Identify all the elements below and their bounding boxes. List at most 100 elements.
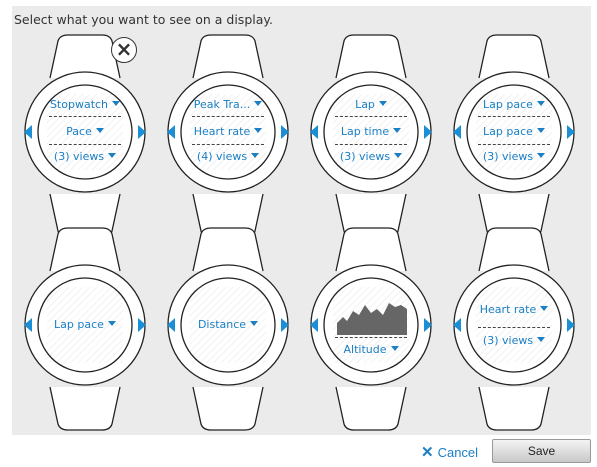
chevron-down-icon [254,128,263,133]
field-label: (4) views [196,150,248,163]
next-display-arrow[interactable] [424,125,432,139]
field-dropdown[interactable]: Lap pace [47,314,123,336]
chevron-down-icon [536,128,545,133]
chevron-down-icon [108,153,117,158]
chevron-down-icon [390,346,399,351]
previous-display-arrow[interactable] [24,318,32,332]
field-label: Distance [197,318,247,331]
display-screen: Altitude [333,287,409,363]
divider [335,144,407,145]
views-dropdown[interactable]: (3) views [476,330,552,352]
views-dropdown[interactable]: (3) views [476,146,552,168]
save-button[interactable]: Save [492,439,591,463]
page-title: Select what you want to see on a display… [14,12,273,27]
display-screen: Lap pace [47,287,123,363]
next-display-arrow[interactable] [424,318,432,332]
altitude-graph [337,303,407,335]
field-dropdown[interactable]: Heart rate [476,299,552,321]
divider [192,144,264,145]
display-screen: Heart rate (3) views [476,287,552,363]
field-label: Stopwatch [49,98,109,111]
x-icon: ✕ [421,444,434,461]
watch-display-7: Altitude [306,226,436,432]
divider [478,144,550,145]
watch-display-3: Lap Lap time (3) views [306,33,436,239]
watch-display-1: Stopwatch Pace (3) views [20,33,150,239]
chevron-down-icon [536,101,545,106]
chevron-down-icon [537,153,546,158]
close-icon: × [115,37,133,61]
field-dropdown[interactable]: Distance [190,314,266,336]
field-label: Lap time [340,125,390,138]
previous-display-arrow[interactable] [310,318,318,332]
chevron-down-icon [107,321,116,326]
field-label: Lap pace [483,98,533,111]
chevron-down-icon [250,321,259,326]
chevron-down-icon [112,101,121,106]
views-dropdown[interactable]: (3) views [333,146,409,168]
divider [49,116,121,117]
divider [192,116,264,117]
field-label: Lap [355,98,375,111]
divider [335,337,407,338]
field-dropdown-top[interactable]: Peak Tra... [190,94,266,116]
chevron-down-icon [254,101,263,106]
field-dropdown-top[interactable]: Stopwatch [47,94,123,116]
field-label: (3) views [339,150,391,163]
next-display-arrow[interactable] [281,318,289,332]
display-screen: Distance [190,287,266,363]
watch-display-4: Lap pace Lap pace (3) views [449,33,579,239]
field-label: Altitude [343,343,387,356]
field-label: Heart rate [193,125,251,138]
previous-display-arrow[interactable] [310,125,318,139]
watch-display-2: Peak Tra... Heart rate (4) views [163,33,293,239]
watch-display-8: Heart rate (3) views [449,226,579,432]
display-screen: Lap Lap time (3) views [333,94,409,170]
field-dropdown[interactable]: Altitude [333,339,409,361]
views-dropdown[interactable]: (3) views [47,146,123,168]
next-display-arrow[interactable] [138,125,146,139]
previous-display-arrow[interactable] [167,318,175,332]
field-label: Lap pace [483,125,533,138]
field-dropdown-middle[interactable]: Lap time [333,121,409,143]
display-screen: Stopwatch Pace (3) views [47,94,123,170]
display-screen: Lap pace Lap pace (3) views [476,94,552,170]
divider [49,144,121,145]
previous-display-arrow[interactable] [167,125,175,139]
field-dropdown-middle[interactable]: Heart rate [190,121,266,143]
chevron-down-icon [251,153,260,158]
divider [335,116,407,117]
previous-display-arrow[interactable] [24,125,32,139]
cancel-button[interactable]: ✕ Cancel [421,443,478,461]
field-dropdown-top[interactable]: Lap pace [476,94,552,116]
watch-display-6: Distance [163,226,293,432]
next-display-arrow[interactable] [567,318,575,332]
field-label: Peak Tra... [193,98,251,111]
field-dropdown-top[interactable]: Lap [333,94,409,116]
field-label: Lap pace [54,318,104,331]
field-label: (3) views [53,150,105,163]
field-label: Heart rate [479,303,537,316]
divider [478,116,550,117]
divider [478,327,550,328]
chevron-down-icon [378,101,387,106]
watch-display-5: Lap pace [20,226,150,432]
chevron-down-icon [394,153,403,158]
display-screen: Peak Tra... Heart rate (4) views [190,94,266,170]
chevron-down-icon [95,128,104,133]
chevron-down-icon [540,306,549,311]
chevron-down-icon [537,337,546,342]
field-label: (3) views [482,150,534,163]
remove-display-button[interactable]: × [111,37,137,63]
previous-display-arrow[interactable] [453,318,461,332]
field-dropdown-middle[interactable]: Pace [47,121,123,143]
previous-display-arrow[interactable] [453,125,461,139]
chevron-down-icon [393,128,402,133]
next-display-arrow[interactable] [281,125,289,139]
next-display-arrow[interactable] [567,125,575,139]
views-dropdown[interactable]: (4) views [190,146,266,168]
next-display-arrow[interactable] [138,318,146,332]
field-dropdown-middle[interactable]: Lap pace [476,121,552,143]
field-label: Pace [66,125,92,138]
field-label: (3) views [482,334,534,347]
